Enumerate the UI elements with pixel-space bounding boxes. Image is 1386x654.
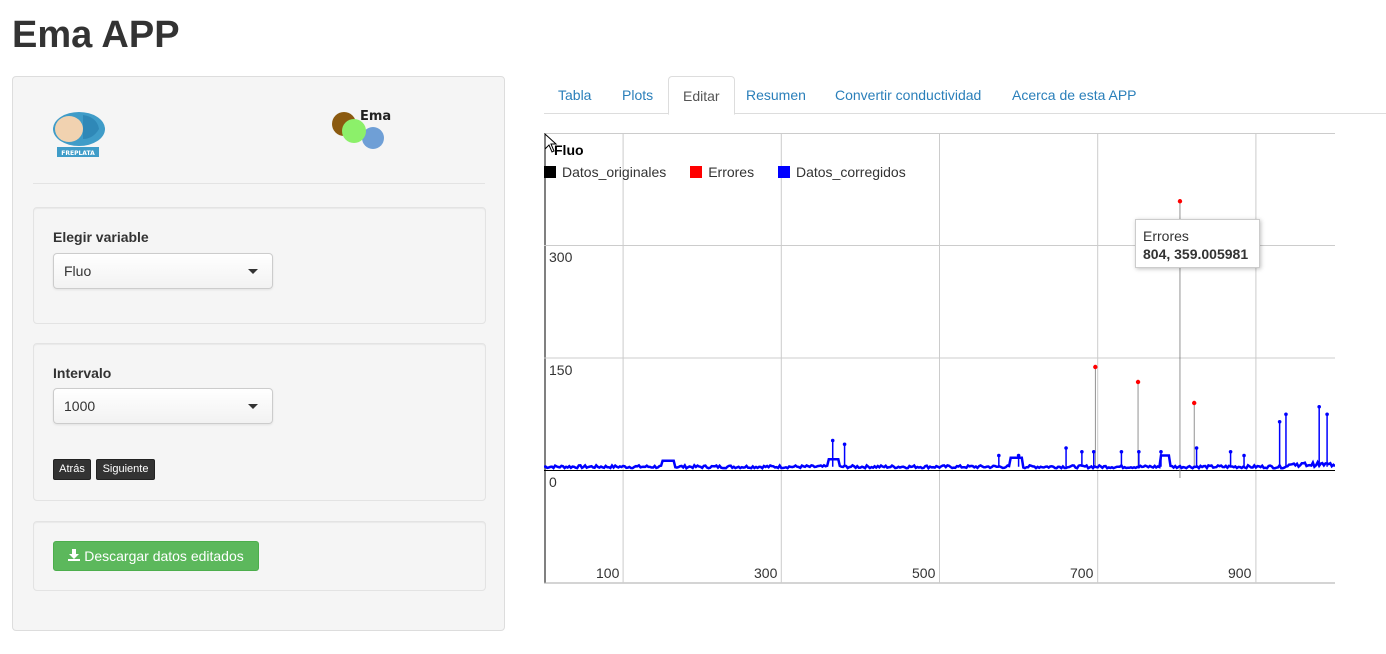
app-title: Ema APP: [12, 14, 180, 56]
x-tick-label: 100: [596, 565, 620, 581]
corrected-point: [1317, 404, 1321, 409]
corrected-point: [1137, 449, 1141, 454]
chart-legend: Datos_originales Errores Datos_corregido…: [544, 164, 926, 180]
mouse-cursor-icon: [544, 133, 558, 153]
legend-label: Datos_corregidos: [795, 164, 906, 180]
svg-text:FREPLATA: FREPLATA: [61, 150, 95, 157]
chevron-down-icon: [248, 269, 258, 274]
error-point: [1192, 400, 1197, 406]
chart-plot-area[interactable]: [544, 133, 1335, 585]
corrected-point: [1277, 419, 1282, 424]
tooltip-series: Errores: [1143, 228, 1189, 244]
legend-swatch: [690, 166, 703, 178]
error-point: [1093, 364, 1098, 370]
download-icon: [68, 543, 81, 571]
corrected-point: [1016, 453, 1021, 458]
corrected-point: [1159, 449, 1163, 454]
tab-acerca[interactable]: Acerca de esta APP: [998, 76, 1151, 114]
corrected-point: [1119, 449, 1124, 454]
corrected-point: [1325, 412, 1329, 417]
legend-swatch: [777, 166, 790, 178]
download-panel: Descargar datos editados: [33, 521, 486, 591]
chart-tooltip: Errores 804, 359.005981: [1135, 219, 1260, 268]
tab-convertir-conductividad[interactable]: Convertir conductividad: [821, 76, 995, 114]
variable-label: Elegir variable: [53, 229, 149, 245]
svg-text:Ema: Ema: [360, 109, 391, 124]
fluo-chart[interactable]: Fluo Datos_originales Errores Datos_corr…: [544, 133, 1335, 585]
error-point: [1135, 379, 1141, 385]
x-tick-label: 900: [1228, 565, 1252, 581]
next-button[interactable]: Siguiente: [96, 459, 155, 480]
x-tick-label: 700: [1070, 565, 1094, 581]
variable-select[interactable]: Fluo: [53, 253, 273, 289]
legend-swatch: [544, 166, 556, 178]
tab-bar: Tabla Plots Editar Resumen Convertir con…: [544, 76, 1386, 115]
corrected-point: [830, 438, 835, 443]
y-tick-label: 300: [549, 249, 573, 265]
logo-row: FREPLATA Ema: [33, 97, 485, 187]
prev-button[interactable]: Atrás: [53, 459, 91, 480]
y-tick-label: 150: [549, 362, 573, 378]
variable-selected-value: Fluo: [64, 263, 92, 279]
chevron-down-icon: [248, 404, 258, 409]
corrected-point: [1091, 449, 1096, 454]
interval-select[interactable]: 1000: [53, 388, 273, 424]
corrected-point: [1064, 446, 1068, 450]
x-tick-label: 300: [754, 565, 778, 581]
y-tick-label: 0: [549, 474, 557, 490]
interval-selected-value: 1000: [64, 398, 96, 414]
corrected-point: [997, 453, 1001, 458]
tooltip-value: 804, 359.005981: [1143, 246, 1249, 262]
tab-editar[interactable]: Editar: [668, 76, 735, 115]
tab-resumen[interactable]: Resumen: [732, 76, 820, 114]
interval-panel: Intervalo 1000 Atrás Siguiente: [33, 343, 486, 501]
corrected-point: [1284, 412, 1288, 417]
download-button-label: Descargar datos editados: [84, 548, 244, 564]
x-tick-label: 500: [912, 565, 936, 581]
legend-label: Errores: [708, 164, 755, 180]
corrected-point: [842, 442, 847, 447]
corrected-point: [1194, 446, 1199, 450]
tab-tabla[interactable]: Tabla: [544, 76, 605, 114]
corrected-point: [1228, 449, 1233, 454]
tab-plots[interactable]: Plots: [608, 76, 667, 114]
ema-logo: Ema: [332, 109, 391, 149]
corrected-point: [1080, 449, 1084, 454]
legend-item-originales: Datos_originales: [544, 164, 666, 180]
corrected-point: [1242, 453, 1246, 458]
variable-panel: Elegir variable Fluo: [33, 207, 486, 324]
legend-item-corregidos: Datos_corregidos: [777, 164, 906, 180]
error-point: [1177, 199, 1183, 204]
sidebar-divider: [33, 183, 485, 184]
freplata-logo: FREPLATA: [53, 112, 105, 157]
chart-title: Fluo: [554, 142, 584, 158]
legend-item-errores: Errores: [690, 164, 754, 180]
download-button[interactable]: Descargar datos editados: [53, 541, 259, 571]
sidebar-panel: FREPLATA Ema Elegir variable Fluo Interv…: [12, 76, 505, 631]
legend-label: Datos_originales: [562, 164, 667, 180]
interval-label: Intervalo: [53, 365, 112, 381]
